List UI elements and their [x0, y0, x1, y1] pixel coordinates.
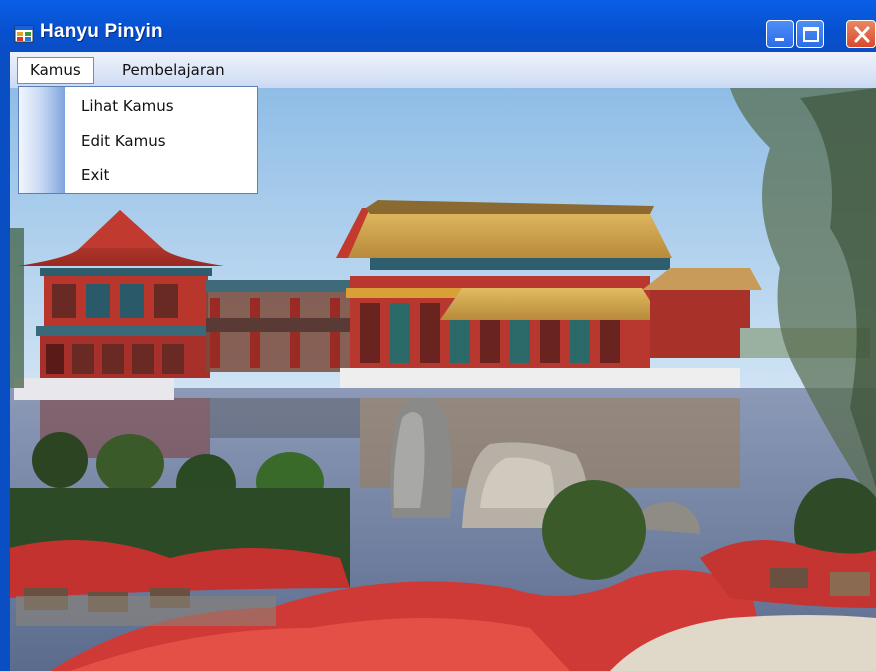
application-window: Hanyu Pinyin Kamus Pembelajaran Lihat Ka…: [0, 0, 876, 671]
maximize-icon: [803, 27, 819, 42]
kamus-dropdown-menu: Lihat Kamus Edit Kamus Exit: [18, 86, 258, 194]
menu-kamus[interactable]: Kamus: [17, 57, 94, 84]
menu-item-edit-kamus[interactable]: Edit Kamus: [81, 127, 251, 155]
title-bar[interactable]: Hanyu Pinyin: [0, 0, 876, 53]
menu-item-lihat-kamus[interactable]: Lihat Kamus: [81, 92, 251, 120]
minimize-button[interactable]: [766, 20, 794, 48]
menu-item-exit[interactable]: Exit: [81, 161, 251, 189]
minimize-icon: [775, 38, 784, 41]
window-frame-left: [0, 52, 10, 671]
close-button[interactable]: [846, 20, 876, 48]
menu-pembelajaran[interactable]: Pembelajaran: [112, 57, 235, 84]
menu-icon-gutter: [19, 87, 65, 193]
close-icon: [854, 26, 870, 43]
app-icon[interactable]: [14, 24, 34, 44]
window-title: Hanyu Pinyin: [40, 21, 163, 42]
menu-bar: Kamus Pembelajaran: [10, 52, 876, 88]
maximize-button[interactable]: [796, 20, 824, 48]
